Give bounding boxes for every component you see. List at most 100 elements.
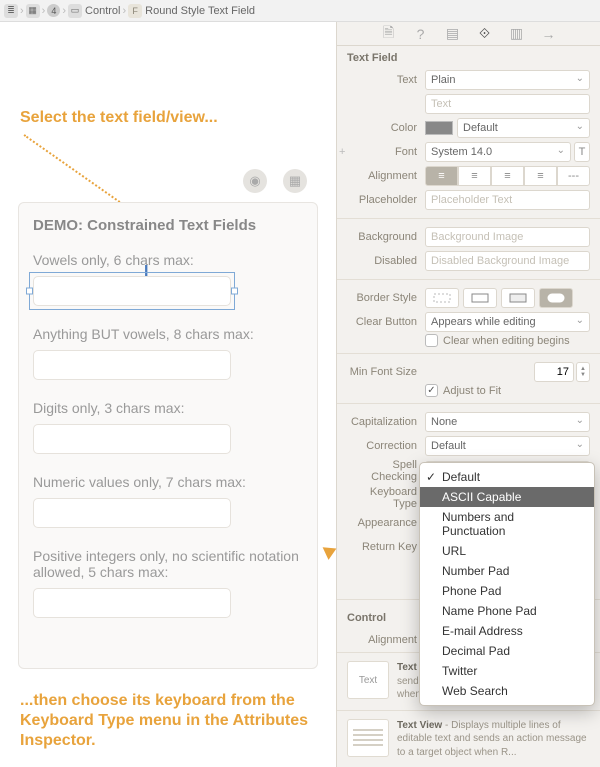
text-mode-dropdown[interactable]: Plain	[425, 70, 590, 90]
identity-tab-icon[interactable]: ▤	[445, 26, 461, 42]
keyboard-type-option[interactable]: Web Search	[420, 681, 594, 701]
keyboard-type-option[interactable]: Name Phone Pad	[420, 601, 594, 621]
breadcrumb-item[interactable]: ▦	[26, 4, 40, 18]
chevron-icon: ›	[20, 5, 24, 17]
clear-button-dropdown[interactable]: Appears while editing	[425, 312, 590, 332]
field-label: Numeric values only, 7 chars max:	[33, 474, 303, 490]
text-field[interactable]	[33, 350, 231, 380]
breadcrumb-item[interactable]: ▭Control	[68, 4, 120, 18]
placeholder-input[interactable]	[425, 190, 590, 210]
attributes-tab-icon[interactable]: ⟐	[477, 26, 493, 42]
checkbox-label: Clear when editing begins	[443, 335, 570, 347]
prop-label: Color	[347, 122, 425, 134]
keyboard-type-option[interactable]: Decimal Pad	[420, 641, 594, 661]
prop-label: Min Font Size	[347, 366, 425, 378]
breadcrumb-item[interactable]: ≣	[4, 4, 18, 18]
keyboard-type-menu[interactable]: DefaultASCII CapableNumbers and Punctuat…	[419, 462, 595, 706]
breadcrumb-item[interactable]: 4	[47, 4, 60, 17]
text-field-lib-icon: Text	[347, 661, 389, 699]
checkbox-label: Adjust to Fit	[443, 385, 501, 397]
prop-label: Border Style	[347, 292, 425, 304]
simulated-device-view[interactable]: ◉ ▦ DEMO: Constrained Text Fields Vowels…	[18, 202, 318, 669]
min-font-size-input[interactable]	[534, 362, 574, 382]
selection-handles[interactable]	[29, 272, 235, 310]
demo-title: DEMO: Constrained Text Fields	[33, 217, 303, 234]
prop-label: Spell Checking	[347, 459, 425, 483]
align-justify-button[interactable]: ≡	[524, 166, 557, 186]
connections-tab-icon[interactable]: →	[541, 26, 557, 42]
capitalization-dropdown[interactable]: None	[425, 412, 590, 432]
keyboard-type-option[interactable]: Twitter	[420, 661, 594, 681]
text-field[interactable]	[33, 424, 231, 454]
field-label: Digits only, 3 chars max:	[33, 400, 303, 416]
help-tab-icon[interactable]: ?	[413, 26, 429, 42]
chevron-icon: ›	[122, 5, 126, 17]
text-alignment-segmented[interactable]: ≡ ≡ ≡ ≡ ---	[425, 166, 590, 186]
storyboard-icon: ▦	[26, 4, 40, 18]
prop-label: Alignment	[347, 634, 425, 646]
clear-when-editing-checkbox[interactable]	[425, 334, 438, 347]
keyboard-type-option[interactable]: E-mail Address	[420, 621, 594, 641]
record-icon[interactable]: ◉	[243, 169, 267, 193]
prop-label: Background	[347, 231, 425, 243]
disabled-bg-input[interactable]	[425, 251, 590, 271]
prop-label: Correction	[347, 440, 425, 452]
keyboard-type-option[interactable]: Phone Pad	[420, 581, 594, 601]
prop-label: Disabled	[347, 255, 425, 267]
grid-icon[interactable]: ▦	[283, 169, 307, 193]
text-field-selected[interactable]: I	[33, 276, 231, 306]
align-left-button[interactable]: ≡	[425, 166, 458, 186]
breadcrumb: ≣ › ▦ › 4 › ▭Control › FRound Style Text…	[0, 0, 600, 22]
background-input[interactable]	[425, 227, 590, 247]
library-item[interactable]: Text View - Displays multiple lines of e…	[337, 710, 600, 767]
text-view-lib-icon	[347, 719, 389, 757]
field-icon: F	[128, 4, 142, 18]
text-field[interactable]	[33, 588, 231, 618]
prop-label: Font	[395, 146, 417, 158]
keyboard-type-option[interactable]: URL	[420, 541, 594, 561]
annotation-top: Select the text field/view...	[20, 108, 218, 128]
border-bezel-button[interactable]	[501, 288, 535, 308]
size-tab-icon[interactable]: ▥	[509, 26, 525, 42]
adjust-to-fit-checkbox[interactable]: ✓	[425, 384, 438, 397]
prop-label: Keyboard Type	[347, 486, 425, 510]
keyboard-type-option[interactable]: ASCII Capable	[420, 487, 594, 507]
doc-icon: ≣	[4, 4, 18, 18]
text-value-input[interactable]	[425, 94, 590, 114]
chevron-icon: ›	[62, 5, 66, 17]
stepper[interactable]: ▲▼	[576, 362, 590, 382]
prop-label: Placeholder	[347, 194, 425, 206]
prop-label: Appearance	[347, 517, 425, 529]
breadcrumb-item[interactable]: FRound Style Text Field	[128, 4, 255, 18]
field-label: Anything BUT vowels, 8 chars max:	[33, 326, 303, 342]
align-center-button[interactable]: ≡	[458, 166, 491, 186]
lib-item-title: Text View	[397, 720, 442, 731]
keyboard-type-option[interactable]: Default	[420, 467, 594, 487]
file-tab-icon[interactable]: 🗎	[381, 26, 397, 42]
border-rounded-button[interactable]	[539, 288, 573, 308]
text-field[interactable]	[33, 498, 231, 528]
border-style-segmented[interactable]	[425, 288, 590, 308]
keyboard-type-option[interactable]: Number Pad	[420, 561, 594, 581]
border-line-button[interactable]	[463, 288, 497, 308]
prop-label: Text	[347, 74, 425, 86]
interface-builder-canvas[interactable]: Select the text field/view... ◉ ▦ DEMO: …	[0, 22, 336, 767]
border-none-button[interactable]	[425, 288, 459, 308]
correction-dropdown[interactable]: Default	[425, 436, 590, 456]
plus-icon[interactable]: +	[339, 146, 345, 158]
align-natural-button[interactable]: ---	[557, 166, 590, 186]
chevron-icon: ›	[42, 5, 46, 17]
section-title-text-field: Text Field	[337, 46, 600, 68]
prop-label: Return Key	[347, 541, 425, 553]
align-right-button[interactable]: ≡	[491, 166, 524, 186]
color-swatch[interactable]	[425, 121, 453, 135]
color-dropdown[interactable]: Default	[457, 118, 590, 138]
resize-handle-right[interactable]	[231, 288, 238, 295]
font-dropdown[interactable]: System 14.0	[425, 142, 571, 162]
resize-handle-left[interactable]	[26, 288, 33, 295]
annotation-bottom: ...then choose its keyboard from the Key…	[20, 691, 336, 751]
field-label: Positive integers only, no scientific no…	[33, 548, 303, 580]
keyboard-type-option[interactable]: Numbers and Punctuation	[420, 507, 594, 541]
scene-index-icon: 4	[47, 4, 60, 17]
font-picker-button[interactable]: T	[574, 142, 590, 162]
